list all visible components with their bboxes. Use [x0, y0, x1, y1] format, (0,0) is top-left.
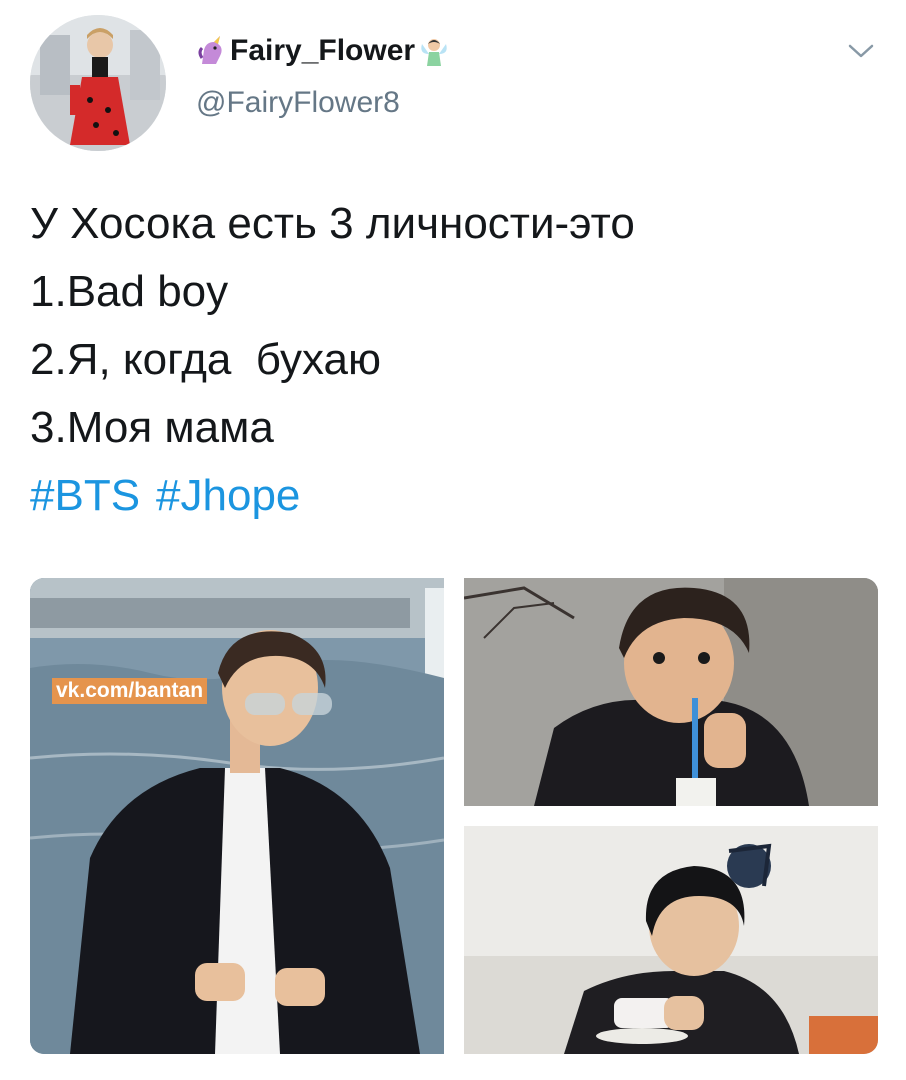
tweet-line: 3.Моя мама	[30, 403, 274, 452]
avatar[interactable]	[30, 15, 166, 151]
avatar-image	[30, 15, 166, 151]
tweet-line: У Хосока есть 3 личности-это	[30, 199, 635, 248]
media-photo-left[interactable]: vk.com/bantan	[30, 578, 444, 1054]
hashtag-row: #BTS #Jhope	[30, 462, 880, 530]
display-name: Fairy_Flower	[230, 34, 416, 67]
tweet-text: У Хосока есть 3 личности-это 1.Bad boy 2…	[30, 190, 880, 530]
watermark: vk.com/bantan	[52, 678, 208, 704]
hashtag-link[interactable]: #BTS	[30, 471, 140, 520]
chevron-down-icon[interactable]	[846, 40, 876, 62]
unicorn-icon	[196, 34, 226, 68]
fairy-icon	[419, 34, 449, 68]
media-photo-top-right[interactable]	[464, 578, 878, 806]
tweet-line: 2.Я, когда бухаю	[30, 335, 382, 384]
tweet-line: 1.Bad boy	[30, 267, 229, 316]
display-name-row[interactable]: Fairy_Flower	[196, 34, 449, 68]
hashtag-link[interactable]: #Jhope	[156, 471, 300, 520]
media-photo-bottom-right[interactable]	[464, 826, 878, 1054]
user-handle[interactable]: @FairyFlower8	[196, 86, 400, 120]
